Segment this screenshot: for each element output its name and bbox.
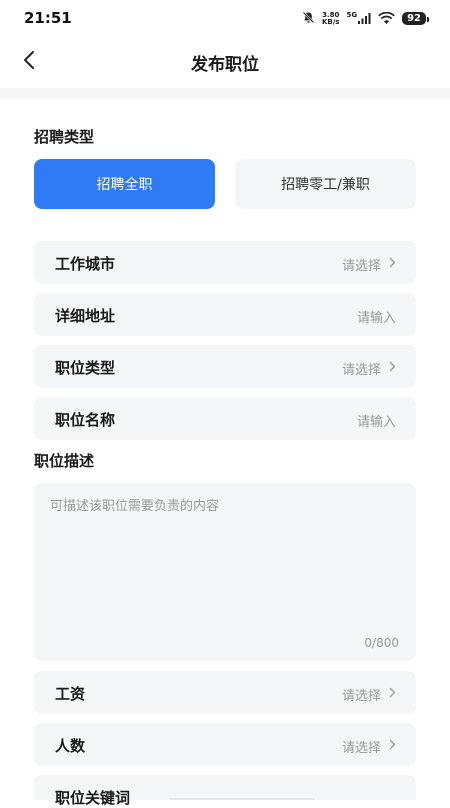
job-type-value: 请选择 bbox=[342, 359, 396, 378]
job-name-label: 职位名称 bbox=[55, 411, 116, 429]
recruit-type-label: 招聘类型 bbox=[34, 128, 95, 146]
job-name-value: 请输入 bbox=[356, 415, 396, 430]
headcount-value: 请选择 bbox=[342, 737, 396, 756]
char-counter: 0/800 bbox=[364, 636, 399, 650]
chevron-right-icon bbox=[389, 361, 396, 376]
header-divider bbox=[0, 88, 450, 99]
page-title: 发布职位 bbox=[191, 55, 259, 75]
work-city-value: 请选择 bbox=[342, 255, 396, 274]
job-type-row[interactable]: 职位类型 请选择 bbox=[34, 345, 416, 388]
nav-header: 发布职位 bbox=[0, 36, 450, 88]
salary-label: 工资 bbox=[55, 685, 86, 703]
address-row[interactable]: 详细地址 请输入 bbox=[34, 293, 416, 336]
keywords-row[interactable]: 职位关键词 bbox=[34, 775, 416, 807]
chevron-right-icon bbox=[389, 257, 396, 272]
work-city-label: 工作城市 bbox=[55, 255, 116, 273]
job-type-label: 职位类型 bbox=[55, 359, 116, 377]
job-description-label: 职位描述 bbox=[34, 452, 95, 470]
work-city-row[interactable]: 工作城市 请选择 bbox=[34, 241, 416, 284]
mute-icon bbox=[302, 9, 315, 28]
job-description-input[interactable] bbox=[50, 495, 400, 627]
job-name-row[interactable]: 职位名称 请输入 bbox=[34, 397, 416, 440]
headcount-label: 人数 bbox=[55, 737, 86, 755]
recruit-fulltime-button[interactable]: 招聘全职 bbox=[34, 159, 215, 209]
battery-icon: 92 bbox=[402, 12, 429, 25]
status-time: 21:51 bbox=[24, 9, 72, 27]
status-bar: 21:51 3.80 KB/s 5G 92 bbox=[0, 0, 450, 36]
address-label: 详细地址 bbox=[55, 307, 116, 325]
status-icons: 3.80 KB/s 5G 92 bbox=[302, 9, 429, 28]
wifi-icon bbox=[378, 9, 395, 28]
cell-signal-icon: 5G bbox=[346, 11, 371, 24]
net-speed: 3.80 KB/s bbox=[321, 10, 340, 26]
keywords-label: 职位关键词 bbox=[55, 789, 131, 807]
chevron-right-icon bbox=[389, 739, 396, 754]
chevron-right-icon bbox=[389, 687, 396, 702]
salary-row[interactable]: 工资 请选择 bbox=[34, 671, 416, 714]
address-value: 请输入 bbox=[356, 311, 396, 326]
salary-value: 请选择 bbox=[342, 685, 396, 704]
job-description-box: 0/800 bbox=[34, 483, 416, 661]
recruit-parttime-button[interactable]: 招聘零工/兼职 bbox=[235, 159, 416, 209]
headcount-row[interactable]: 人数 请选择 bbox=[34, 723, 416, 766]
